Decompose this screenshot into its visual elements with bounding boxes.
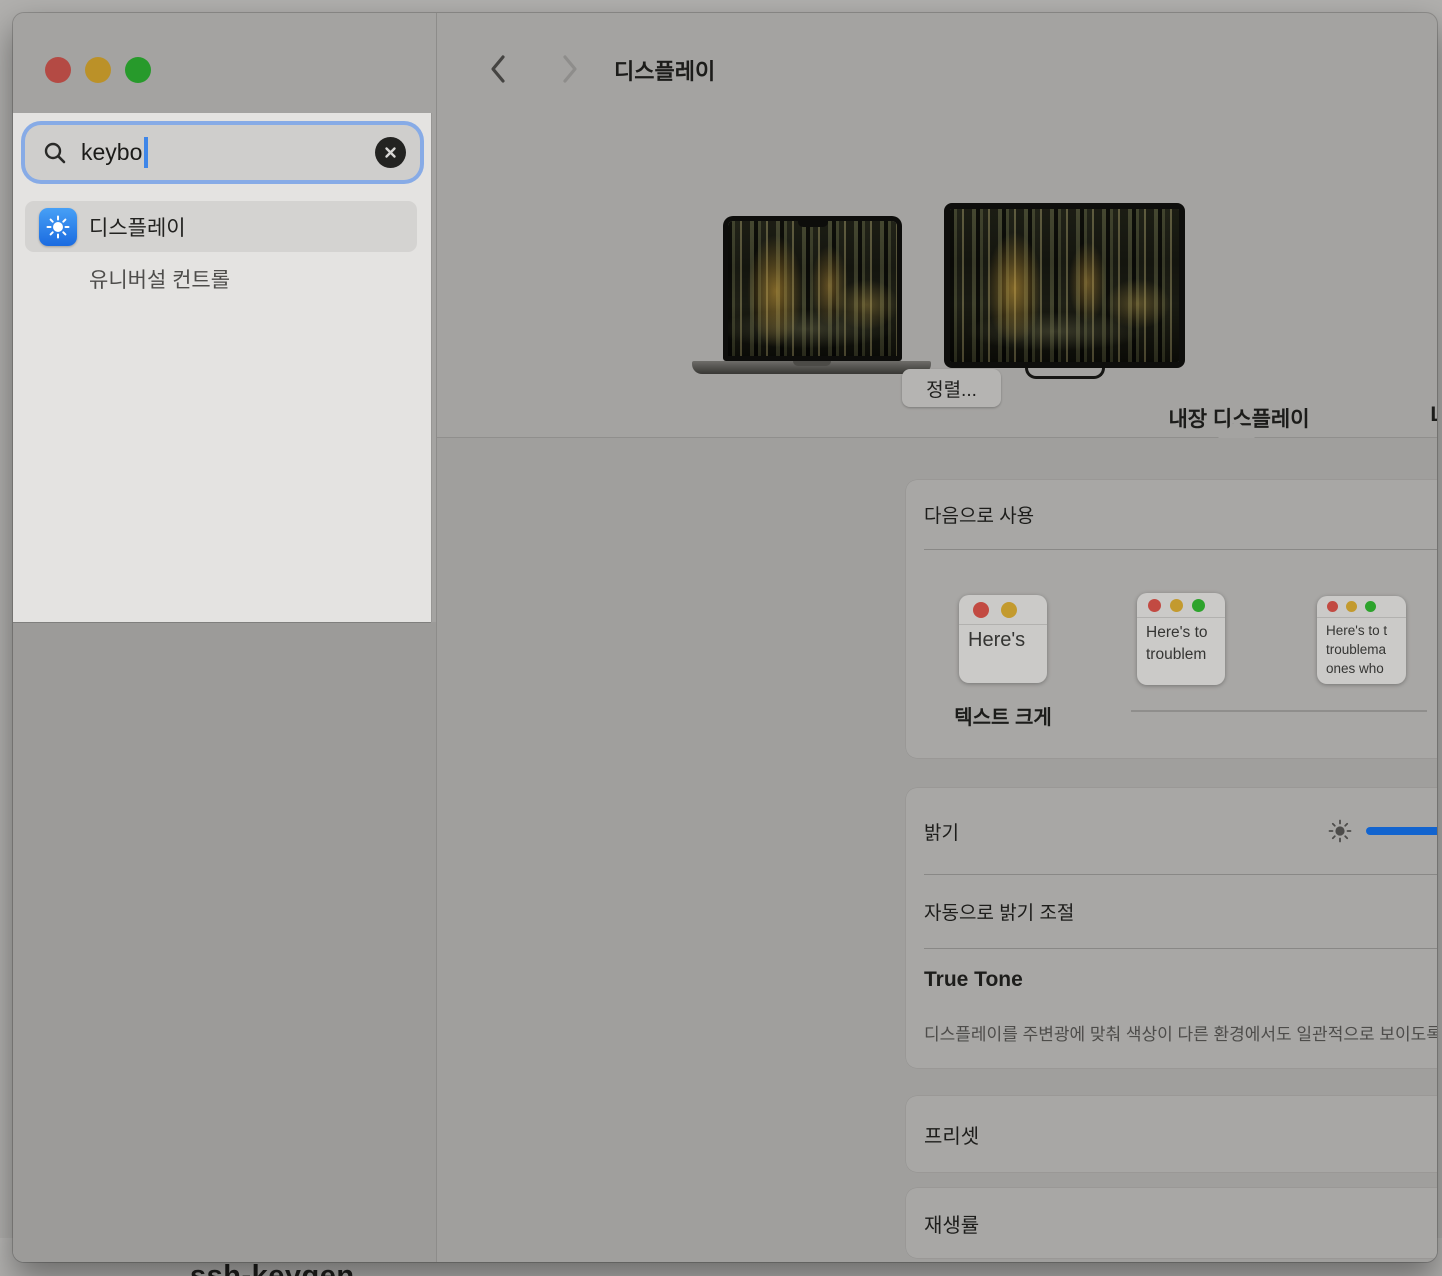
refresh-rate-row: 재생률 ProMotion — [906, 1188, 1437, 1258]
tile-traffic-yellow — [1346, 601, 1357, 612]
preset-card: 프리셋 Apple XDR Display (P3-1600 nits) — [906, 1096, 1437, 1172]
laptop-base — [692, 361, 931, 374]
screen: ssh-keygen keybo — [0, 0, 1442, 1276]
tile-traffic-yellow — [1170, 599, 1183, 612]
builtin-display-preview[interactable] — [723, 216, 902, 361]
wallpaper-thumbnail — [728, 221, 897, 356]
tile-preview-text: Here's to t — [1326, 622, 1406, 641]
minimize-button[interactable] — [85, 57, 111, 83]
tile-traffic-green — [1365, 601, 1376, 612]
wallpaper-thumbnail — [950, 209, 1179, 362]
section-divider — [437, 437, 1437, 438]
scale-option-3[interactable]: Here's to t troublema ones who — [1317, 596, 1406, 684]
auto-brightness-label: 자동으로 밝기 조절 — [924, 898, 1074, 925]
laptop-notch — [798, 221, 828, 227]
monitor-stand — [1025, 368, 1105, 379]
tile-preview-text: troublem — [1146, 644, 1225, 666]
true-tone-row: True Tone 디스플레이를 주변광에 맞춰 색상이 다른 환경에서도 일관… — [906, 949, 1437, 1069]
sidebar-lower-area — [13, 622, 436, 1262]
back-button[interactable] — [483, 53, 513, 85]
scale-option-2[interactable]: Here's to troublem — [1137, 593, 1225, 685]
brightness-label: 밝기 — [924, 818, 959, 845]
tile-traffic-red — [973, 602, 989, 618]
preset-label: 프리셋 — [924, 1120, 979, 1149]
external-display-label: LG HDR 4K — [1367, 403, 1437, 427]
arrange-button[interactable]: 정렬... — [902, 369, 1001, 407]
use-as-row: 다음으로 사용 메인 디스플레이 — [906, 480, 1437, 549]
display-brightness-icon — [39, 208, 77, 246]
page-title: 디스플레이 — [614, 54, 715, 86]
close-button[interactable] — [45, 57, 71, 83]
window-controls — [45, 57, 151, 83]
scale-option-larger-text[interactable]: Here's — [959, 595, 1047, 683]
sidebar: keybo — [13, 13, 437, 1262]
tile-preview-text: Here's to — [1146, 622, 1225, 644]
brightness-card: 밝기 — [906, 788, 1437, 1068]
tile-traffic-red — [1327, 601, 1338, 612]
brightness-row: 밝기 — [906, 788, 1437, 874]
result-label: 유니버설 컨트롤 — [89, 264, 230, 294]
clear-search-button[interactable] — [375, 137, 406, 168]
background-terminal-text: ssh-keygen — [190, 1260, 355, 1276]
brightness-slider-fill — [1366, 827, 1437, 835]
brightness-low-icon — [1328, 819, 1352, 843]
search-query-text: keybo — [81, 139, 142, 166]
tile-traffic-red — [1148, 599, 1161, 612]
use-as-label: 다음으로 사용 — [924, 501, 1034, 528]
brightness-slider[interactable] — [1366, 827, 1437, 835]
text-caret — [144, 137, 148, 168]
scale-connector-line — [1131, 710, 1427, 712]
zoom-button[interactable] — [125, 57, 151, 83]
forward-button[interactable] — [555, 53, 585, 85]
refresh-rate-label: 재생률 — [924, 1209, 979, 1238]
search-result-displays[interactable]: 디스플레이 — [25, 201, 417, 252]
true-tone-label: True Tone — [924, 968, 1023, 992]
tile-preview-text: ones who — [1326, 660, 1406, 679]
divider — [924, 549, 1437, 550]
system-settings-window: keybo — [13, 13, 1437, 1262]
content-pane: 디스플레이 내장 디스플레이 LG HDR 4K 정렬... 다음으로 사용 — [437, 13, 1437, 1262]
scale-label-larger-text: 텍스트 크게 — [913, 701, 1093, 730]
search-icon — [43, 141, 67, 165]
auto-brightness-row: 자동으로 밝기 조절 — [906, 875, 1437, 948]
search-input[interactable]: keybo — [25, 125, 420, 180]
tile-traffic-green — [1192, 599, 1205, 612]
result-label: 디스플레이 — [89, 212, 186, 242]
chevron-left-icon — [489, 54, 507, 84]
tile-preview-text: Here's — [968, 629, 1047, 652]
tile-preview-text: troublema — [1326, 641, 1406, 660]
chevron-right-icon — [561, 54, 579, 84]
search-result-universal-control[interactable]: 유니버설 컨트롤 — [25, 253, 417, 304]
tile-traffic-yellow — [1001, 602, 1017, 618]
preset-row: 프리셋 Apple XDR Display (P3-1600 nits) — [906, 1096, 1437, 1172]
external-display-preview[interactable] — [944, 203, 1185, 368]
true-tone-description: 디스플레이를 주변광에 맞춰 색상이 다른 환경에서도 일관적으로 보이도록 자… — [924, 1022, 1437, 1048]
search-results-panel: keybo — [13, 113, 431, 622]
x-icon — [384, 146, 397, 159]
refresh-rate-card: 재생률 ProMotion — [906, 1188, 1437, 1258]
